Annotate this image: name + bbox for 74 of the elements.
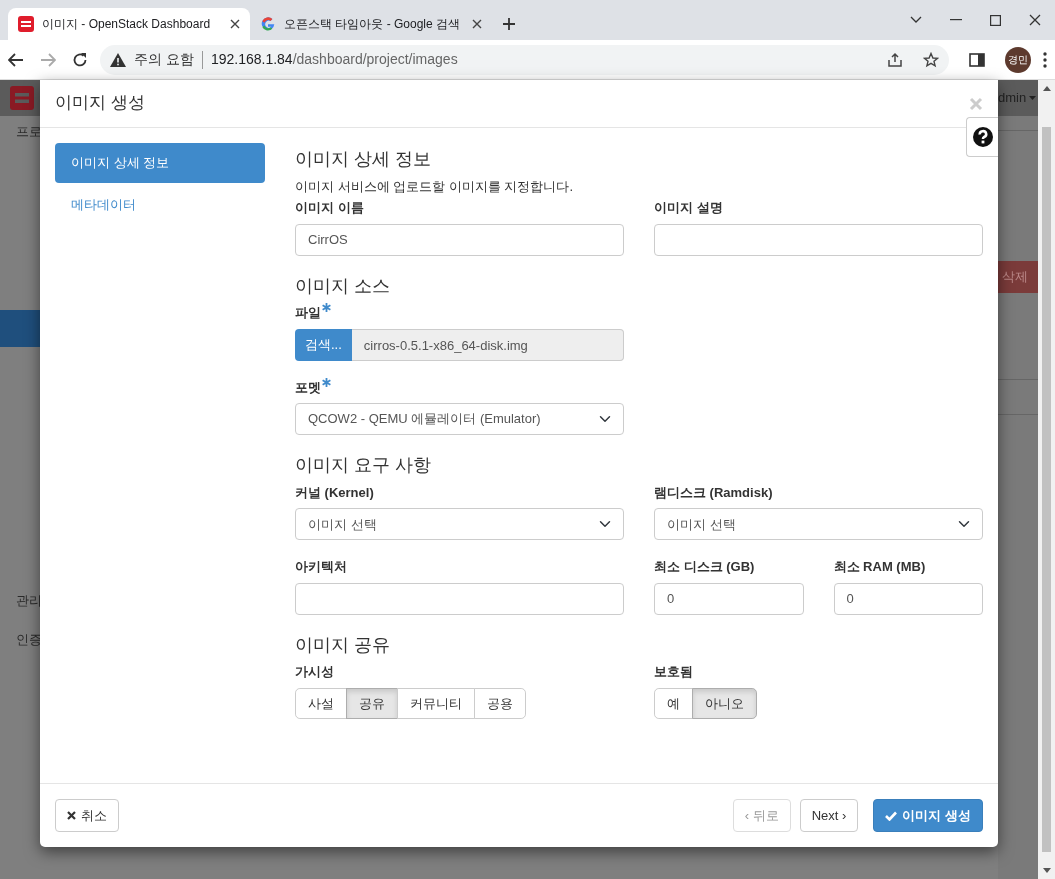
- minimize-icon[interactable]: [950, 19, 962, 21]
- wizard-step[interactable]: 이미지 상세 정보: [55, 143, 265, 183]
- close-icon[interactable]: [1029, 14, 1041, 26]
- field-label: 아키텍처: [295, 558, 347, 577]
- field-label: 최소 디스크 (GB): [654, 558, 755, 577]
- new-tab-icon[interactable]: [502, 17, 516, 31]
- field-label: 보호됨: [654, 663, 693, 682]
- sidebar-highlight: [0, 309, 40, 347]
- scroll-up-icon[interactable]: [1042, 86, 1051, 91]
- field-label: 램디스크 (Ramdisk): [654, 483, 773, 502]
- close-icon[interactable]: [472, 19, 482, 29]
- profile-avatar[interactable]: 경민: [1005, 46, 1031, 73]
- field-label: 최소 RAM (MB): [833, 558, 926, 577]
- section-heading: 이미지 요구 사항: [295, 455, 432, 477]
- toggle-option[interactable]: 아니오: [692, 687, 757, 719]
- input-field[interactable]: [654, 223, 983, 256]
- dialog-title: 이미지 생성: [55, 93, 145, 114]
- browse-button[interactable]: 검색...: [295, 328, 352, 361]
- favicon-icon: [260, 16, 276, 32]
- help-button[interactable]: [966, 117, 998, 157]
- menu-icon[interactable]: [1043, 51, 1047, 68]
- field-label: 커널 (Kernel): [295, 483, 374, 502]
- field-label: 이미지 이름: [295, 199, 364, 218]
- toggle-option[interactable]: 사설: [295, 687, 347, 719]
- star-icon[interactable]: [923, 51, 939, 68]
- scrollbar[interactable]: [1038, 80, 1055, 879]
- input-field[interactable]: 0: [654, 582, 804, 615]
- tab-title: 이미지 - OpenStack Dashboard: [42, 16, 212, 33]
- toggle-option[interactable]: 공유: [346, 687, 398, 719]
- maximize-icon[interactable]: [990, 14, 1001, 26]
- file-name-field[interactable]: cirros-0.5.1-x86_64-disk.img: [351, 328, 624, 361]
- select-field[interactable]: 이미지 선택: [654, 508, 983, 541]
- address-bar[interactable]: 주의 요함 192.168.1.84/dashboard/project/images: [100, 44, 949, 75]
- input-field[interactable]: 0: [833, 582, 983, 615]
- close-icon: [67, 811, 76, 820]
- browser-tab[interactable]: 이미지 - OpenStack Dashboard: [8, 8, 250, 40]
- reload-icon[interactable]: [72, 51, 88, 68]
- input-field[interactable]: CirrOS: [295, 223, 624, 256]
- section-heading: 이미지 소스: [295, 275, 391, 298]
- help-icon: [972, 127, 993, 147]
- sidebar-item[interactable]: 프로: [0, 122, 40, 142]
- check-icon: [885, 810, 898, 821]
- browser-tab[interactable]: 오픈스택 타임아웃 - Google 검색: [250, 8, 492, 40]
- sidebar-icon[interactable]: [969, 52, 985, 67]
- warning-icon: [110, 52, 126, 67]
- scroll-down-icon[interactable]: [1042, 868, 1051, 873]
- toggle-option[interactable]: 커뮤니티: [397, 687, 475, 719]
- field-label: 가시성: [295, 663, 334, 682]
- next-button[interactable]: Next ›: [799, 799, 859, 832]
- field-label: 이미지 설명: [654, 199, 723, 218]
- caret-icon: [1029, 96, 1037, 100]
- wizard-step[interactable]: 메타데이터: [55, 184, 265, 224]
- section-heading: 이미지 상세 정보: [295, 149, 432, 171]
- section-heading: 이미지 공유: [295, 634, 391, 657]
- toggle-option[interactable]: 공용: [474, 687, 526, 719]
- create-image-button[interactable]: 이미지 생성: [873, 799, 983, 832]
- share-icon[interactable]: [887, 51, 903, 68]
- close-icon[interactable]: [230, 19, 240, 29]
- cancel-button[interactable]: 취소: [55, 799, 119, 832]
- security-label: 주의 요함: [134, 50, 194, 69]
- sidebar-item[interactable]: 인증: [0, 630, 40, 650]
- favicon-icon: [18, 16, 34, 32]
- url-text: 192.168.1.84/dashboard/project/images: [210, 50, 458, 69]
- field-label: 포멧: [295, 378, 321, 397]
- toggle-option[interactable]: 예: [654, 687, 693, 719]
- select-field[interactable]: 이미지 선택: [295, 508, 624, 541]
- tab-title: 오픈스택 타임아웃 - Google 검색: [284, 16, 462, 33]
- field-label: 파일: [295, 304, 321, 323]
- chevron-down-icon[interactable]: [910, 16, 922, 24]
- back-icon[interactable]: [8, 52, 24, 67]
- input-field[interactable]: [295, 582, 624, 615]
- select-field[interactable]: QCOW2 - QEMU 에뮬레이터 (Emulator): [295, 403, 624, 436]
- section-description: 이미지 서비스에 업로드할 이미지를 지정합니다.: [295, 177, 575, 196]
- logo-icon: [10, 86, 34, 110]
